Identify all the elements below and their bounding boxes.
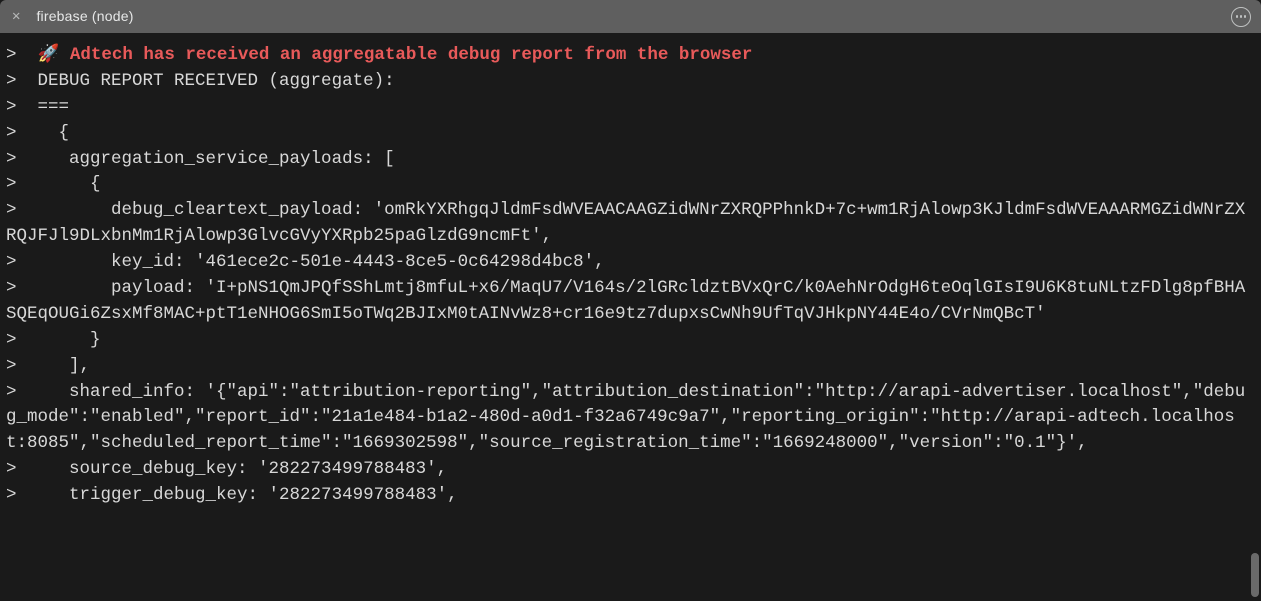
terminal-text: source_debug_key: '282273499788483', [38, 459, 448, 479]
terminal-line: > { [6, 121, 1255, 147]
terminal-output[interactable]: > 🚀 Adtech has received an aggregatable … [0, 33, 1261, 601]
prompt-caret: > [6, 149, 38, 169]
more-options-button[interactable] [1231, 7, 1251, 27]
prompt-caret: > [6, 485, 38, 505]
ellipsis-icon [1236, 15, 1247, 17]
prompt-caret: > [6, 252, 38, 272]
terminal-line: > source_debug_key: '282273499788483', [6, 457, 1255, 483]
tab-title: firebase (node) [36, 6, 133, 27]
terminal-text: } [38, 330, 101, 350]
terminal-line: > DEBUG REPORT RECEIVED (aggregate): [6, 69, 1255, 95]
tab-bar: ✕ firebase (node) [0, 0, 1261, 33]
prompt-caret: > [6, 71, 38, 91]
prompt-caret: > [6, 278, 38, 298]
terminal-text: debug_cleartext_payload: 'omRkYXRhgqJldm… [6, 200, 1245, 246]
prompt-caret: > [6, 459, 38, 479]
terminal-text: aggregation_service_payloads: [ [38, 149, 395, 169]
terminal-line: > { [6, 172, 1255, 198]
terminal-line: > payload: 'I+pNS1QmJPQfSShLmtj8mfuL+x6/… [6, 276, 1255, 328]
terminal-line: > === [6, 95, 1255, 121]
terminal-line: > aggregation_service_payloads: [ [6, 147, 1255, 173]
tab-left-group: ✕ firebase (node) [12, 6, 134, 27]
terminal-line: > key_id: '461ece2c-501e-4443-8ce5-0c642… [6, 250, 1255, 276]
highlight-text: Adtech has received an aggregatable debu… [70, 45, 753, 65]
prompt-caret: > [6, 97, 38, 117]
terminal-line: > ], [6, 354, 1255, 380]
terminal-text: { [38, 174, 101, 194]
terminal-text: payload: 'I+pNS1QmJPQfSShLmtj8mfuL+x6/Ma… [6, 278, 1245, 324]
terminal-text: key_id: '461ece2c-501e-4443-8ce5-0c64298… [38, 252, 605, 272]
terminal-text: DEBUG REPORT RECEIVED (aggregate): [38, 71, 395, 91]
prompt-caret: > [6, 174, 38, 194]
prompt-caret: > [6, 200, 38, 220]
terminal-text: { [38, 123, 70, 143]
terminal-text: === [38, 97, 70, 117]
close-icon[interactable]: ✕ [12, 10, 20, 24]
prompt-caret: > [6, 45, 38, 65]
terminal-line: > } [6, 328, 1255, 354]
terminal-line: > trigger_debug_key: '282273499788483', [6, 483, 1255, 509]
terminal-line: > 🚀 Adtech has received an aggregatable … [6, 43, 1255, 69]
prompt-caret: > [6, 356, 38, 376]
scrollbar-thumb[interactable] [1251, 553, 1259, 597]
terminal-text: shared_info: '{"api":"attribution-report… [6, 382, 1245, 454]
terminal-text: trigger_debug_key: '282273499788483', [38, 485, 458, 505]
terminal-line: > debug_cleartext_payload: 'omRkYXRhgqJl… [6, 198, 1255, 250]
prompt-caret: > [6, 382, 38, 402]
rocket-icon: 🚀 [38, 45, 70, 65]
prompt-caret: > [6, 330, 38, 350]
terminal-text: ], [38, 356, 91, 376]
prompt-caret: > [6, 123, 38, 143]
terminal-line: > shared_info: '{"api":"attribution-repo… [6, 380, 1255, 458]
